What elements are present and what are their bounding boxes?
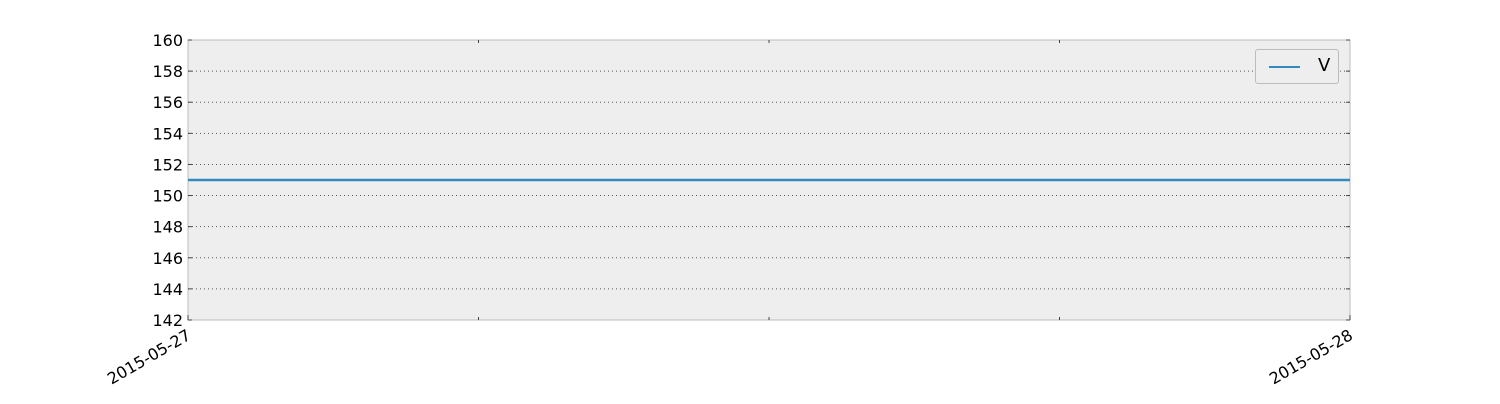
y-tick-label: 144 (152, 280, 183, 299)
x-tick-labels: 2015-05-27 2015-05-28 (104, 325, 1356, 388)
x-tick-label: 2015-05-28 (1266, 325, 1356, 388)
y-tick-label: 146 (152, 249, 183, 268)
chart-container: 142 144 146 148 150 152 154 156 158 160 2015-05-2… (0, 0, 1500, 400)
y-tick-label: 152 (152, 155, 183, 174)
y-tick-label: 142 (152, 311, 183, 330)
y-tick-label: 160 (152, 31, 183, 50)
y-tick-label: 156 (152, 93, 183, 112)
y-tick-label: 158 (152, 62, 183, 81)
y-tick-label: 148 (152, 218, 183, 237)
legend-series-swatch (1269, 66, 1300, 68)
y-tick-label: 150 (152, 187, 183, 206)
legend-series-label: V (1318, 55, 1331, 76)
legend: V (1255, 49, 1339, 84)
x-tick-label: 2015-05-27 (104, 325, 194, 388)
y-tick-labels: 142 144 146 148 150 152 154 156 158 160 (152, 31, 183, 330)
y-tick-label: 154 (152, 124, 183, 143)
